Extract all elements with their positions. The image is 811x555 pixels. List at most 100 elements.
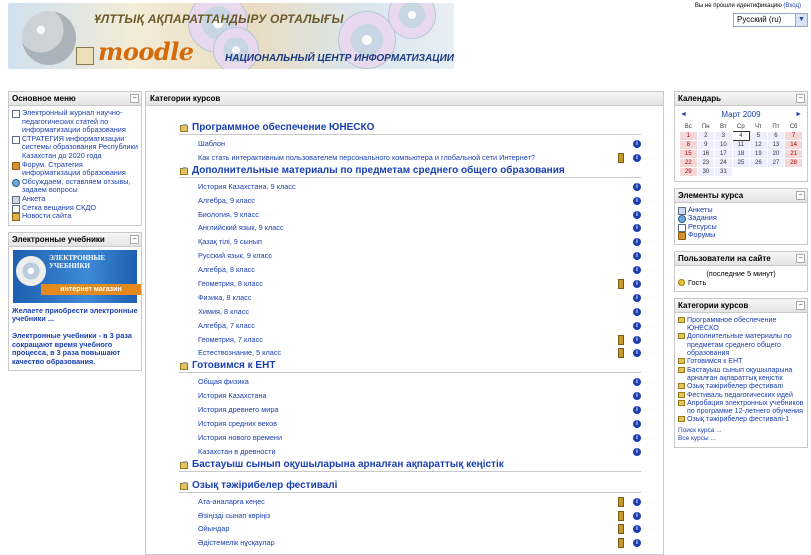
calendar-day[interactable]: 18: [731, 148, 751, 159]
calendar-day[interactable]: 27: [766, 157, 786, 168]
calendar-day[interactable]: 17: [714, 148, 733, 159]
chevron-down-icon[interactable]: ▼: [795, 14, 807, 26]
menu-item-strategy[interactable]: СТРАТЕГИЯ информатизации системы образов…: [12, 134, 138, 161]
calendar-day[interactable]: 15: [679, 148, 698, 159]
calendar-day[interactable]: 28: [784, 157, 803, 168]
calendar-day[interactable]: 9: [696, 139, 716, 150]
calendar-day[interactable]: 20: [766, 148, 786, 159]
collapse-icon[interactable]: −: [796, 253, 805, 263]
course-link[interactable]: Биология, 9 класс: [198, 210, 259, 219]
calendar-day[interactable]: 4: [731, 130, 751, 141]
course-link[interactable]: Алгебра, 9 класс: [198, 196, 255, 205]
info-icon[interactable]: i: [633, 182, 641, 191]
info-icon[interactable]: i: [633, 420, 641, 429]
sidebar-category-item[interactable]: Озық тәжірибелер фестивалі-1: [678, 415, 804, 423]
course-link[interactable]: Геометрия, 8 класс: [198, 279, 263, 288]
info-icon[interactable]: i: [633, 497, 641, 506]
course-link[interactable]: Қазақ тілі, 9 сынып: [198, 237, 262, 246]
info-icon[interactable]: i: [633, 335, 641, 344]
menu-item-journal[interactable]: Электронный журнал научно-педагогических…: [12, 108, 138, 135]
calendar-day[interactable]: 16: [696, 148, 716, 159]
calendar-day[interactable]: 31: [714, 166, 733, 177]
course-link[interactable]: История нового времени: [198, 433, 282, 442]
menu-item-forum[interactable]: Форум. Стратегия информатизации образова…: [12, 160, 138, 178]
calendar-day[interactable]: 12: [749, 139, 768, 150]
course-link[interactable]: Шаблон: [198, 139, 225, 148]
calendar-month[interactable]: Март 2009: [721, 110, 760, 119]
calendar-day[interactable]: 26: [749, 157, 768, 168]
collapse-icon[interactable]: −: [796, 300, 805, 310]
calendar-day[interactable]: 30: [696, 166, 716, 177]
collapse-icon[interactable]: −: [796, 190, 805, 200]
calendar-day[interactable]: 7: [784, 130, 803, 141]
calendar-day[interactable]: 11: [731, 139, 751, 150]
info-icon[interactable]: i: [633, 447, 641, 456]
course-link[interactable]: История средних веков: [198, 419, 277, 428]
calendar-day[interactable]: 25: [731, 157, 751, 168]
category-title[interactable]: Озық тәжірибелер фестивалі: [179, 480, 641, 493]
info-icon[interactable]: i: [633, 433, 641, 442]
calendar-day[interactable]: 19: [749, 148, 768, 159]
sidebar-category-item[interactable]: Апробация электронных учебников по прогр…: [678, 399, 804, 416]
sidebar-category-item[interactable]: Дополнительные материалы по предметам ср…: [678, 332, 804, 357]
collapse-icon[interactable]: −: [130, 94, 139, 103]
course-link[interactable]: Казахстан в древности: [198, 447, 276, 456]
prev-month-icon[interactable]: ◄: [680, 109, 687, 121]
language-select[interactable]: Русский (ru) ▼: [733, 13, 808, 27]
course-link[interactable]: История Казахстана, 9 класс: [198, 182, 296, 191]
course-link[interactable]: Ата-аналарға кеңес: [198, 497, 265, 506]
info-icon[interactable]: i: [633, 210, 641, 219]
info-icon[interactable]: i: [633, 511, 641, 520]
info-icon[interactable]: i: [633, 525, 641, 534]
category-title[interactable]: Дополнительные материалы по предметам ср…: [179, 165, 641, 178]
course-link[interactable]: Химия, 8 класс: [198, 307, 249, 316]
category-title[interactable]: Бастауыш сынып оқушыларына арналған ақпа…: [179, 459, 641, 472]
calendar-day[interactable]: 2: [696, 130, 716, 141]
course-link[interactable]: Физика, 8 класс: [198, 293, 251, 302]
calendar-day[interactable]: 22: [679, 157, 698, 168]
info-icon[interactable]: i: [633, 293, 641, 302]
info-icon[interactable]: i: [633, 140, 641, 148]
course-link[interactable]: Ойындар: [198, 524, 229, 533]
info-icon[interactable]: i: [633, 196, 641, 205]
course-link[interactable]: Геометрия, 7 класс: [198, 335, 263, 344]
ebooks-banner[interactable]: ЭЛЕКТРОННЫЕ УЧЕБНИКИ интернет магазин: [13, 249, 141, 303]
sidebar-category-item[interactable]: Готовимся к ЕНТ: [678, 357, 804, 365]
course-link[interactable]: Әдістемелік нұсқаулар: [198, 538, 275, 547]
info-icon[interactable]: i: [633, 224, 641, 233]
course-link[interactable]: История Казахстана: [198, 391, 267, 400]
calendar-day[interactable]: 8: [679, 139, 698, 150]
info-icon[interactable]: i: [633, 406, 641, 415]
calendar-day[interactable]: 29: [679, 166, 698, 177]
sidebar-category-item[interactable]: Озық тәжірибелер фестивалі: [678, 382, 804, 390]
collapse-icon[interactable]: −: [796, 94, 805, 103]
login-link[interactable]: (Вход): [783, 3, 801, 9]
search-courses-link[interactable]: Поиск курса ...: [678, 427, 804, 435]
course-link[interactable]: Общая физика: [198, 377, 249, 386]
course-link[interactable]: Алгебра, 7 класс: [198, 321, 255, 330]
course-link[interactable]: Естествознание, 5 класс: [198, 348, 281, 357]
category-title[interactable]: Готовимся к ЕНТ: [179, 360, 641, 374]
collapse-icon[interactable]: −: [130, 234, 139, 244]
calendar-day[interactable]: 14: [784, 139, 803, 150]
all-courses-link[interactable]: Все курсы ...: [678, 435, 804, 443]
info-icon[interactable]: i: [633, 307, 641, 316]
info-icon[interactable]: i: [633, 266, 641, 275]
course-link[interactable]: История древнего мира: [198, 405, 278, 414]
course-link[interactable]: Русский язык, 9 класс: [198, 251, 272, 260]
calendar-day[interactable]: 3: [714, 130, 733, 141]
sidebar-category-item[interactable]: Программное обеспечение ЮНЕСКО: [678, 316, 804, 333]
sidebar-category-item[interactable]: Бастауыш сынып оқушыларына арналған ақпа…: [678, 366, 804, 383]
info-icon[interactable]: i: [633, 349, 641, 358]
calendar-day[interactable]: 21: [784, 148, 803, 159]
info-icon[interactable]: i: [633, 539, 641, 548]
element-item-forums[interactable]: Форумы: [678, 230, 804, 241]
calendar-day[interactable]: 10: [714, 139, 733, 150]
info-icon[interactable]: i: [633, 153, 641, 162]
course-link[interactable]: Как стать интерактивным пользователем пе…: [198, 153, 535, 162]
moodle-logo[interactable]: moodle: [98, 37, 194, 66]
ebooks-buy-link[interactable]: Желаете приобрести электронные учебники …: [12, 306, 138, 324]
course-link[interactable]: Английский язык, 9 класс: [198, 223, 284, 232]
info-icon[interactable]: i: [633, 392, 641, 401]
menu-item-news[interactable]: Новости сайта: [12, 211, 138, 222]
